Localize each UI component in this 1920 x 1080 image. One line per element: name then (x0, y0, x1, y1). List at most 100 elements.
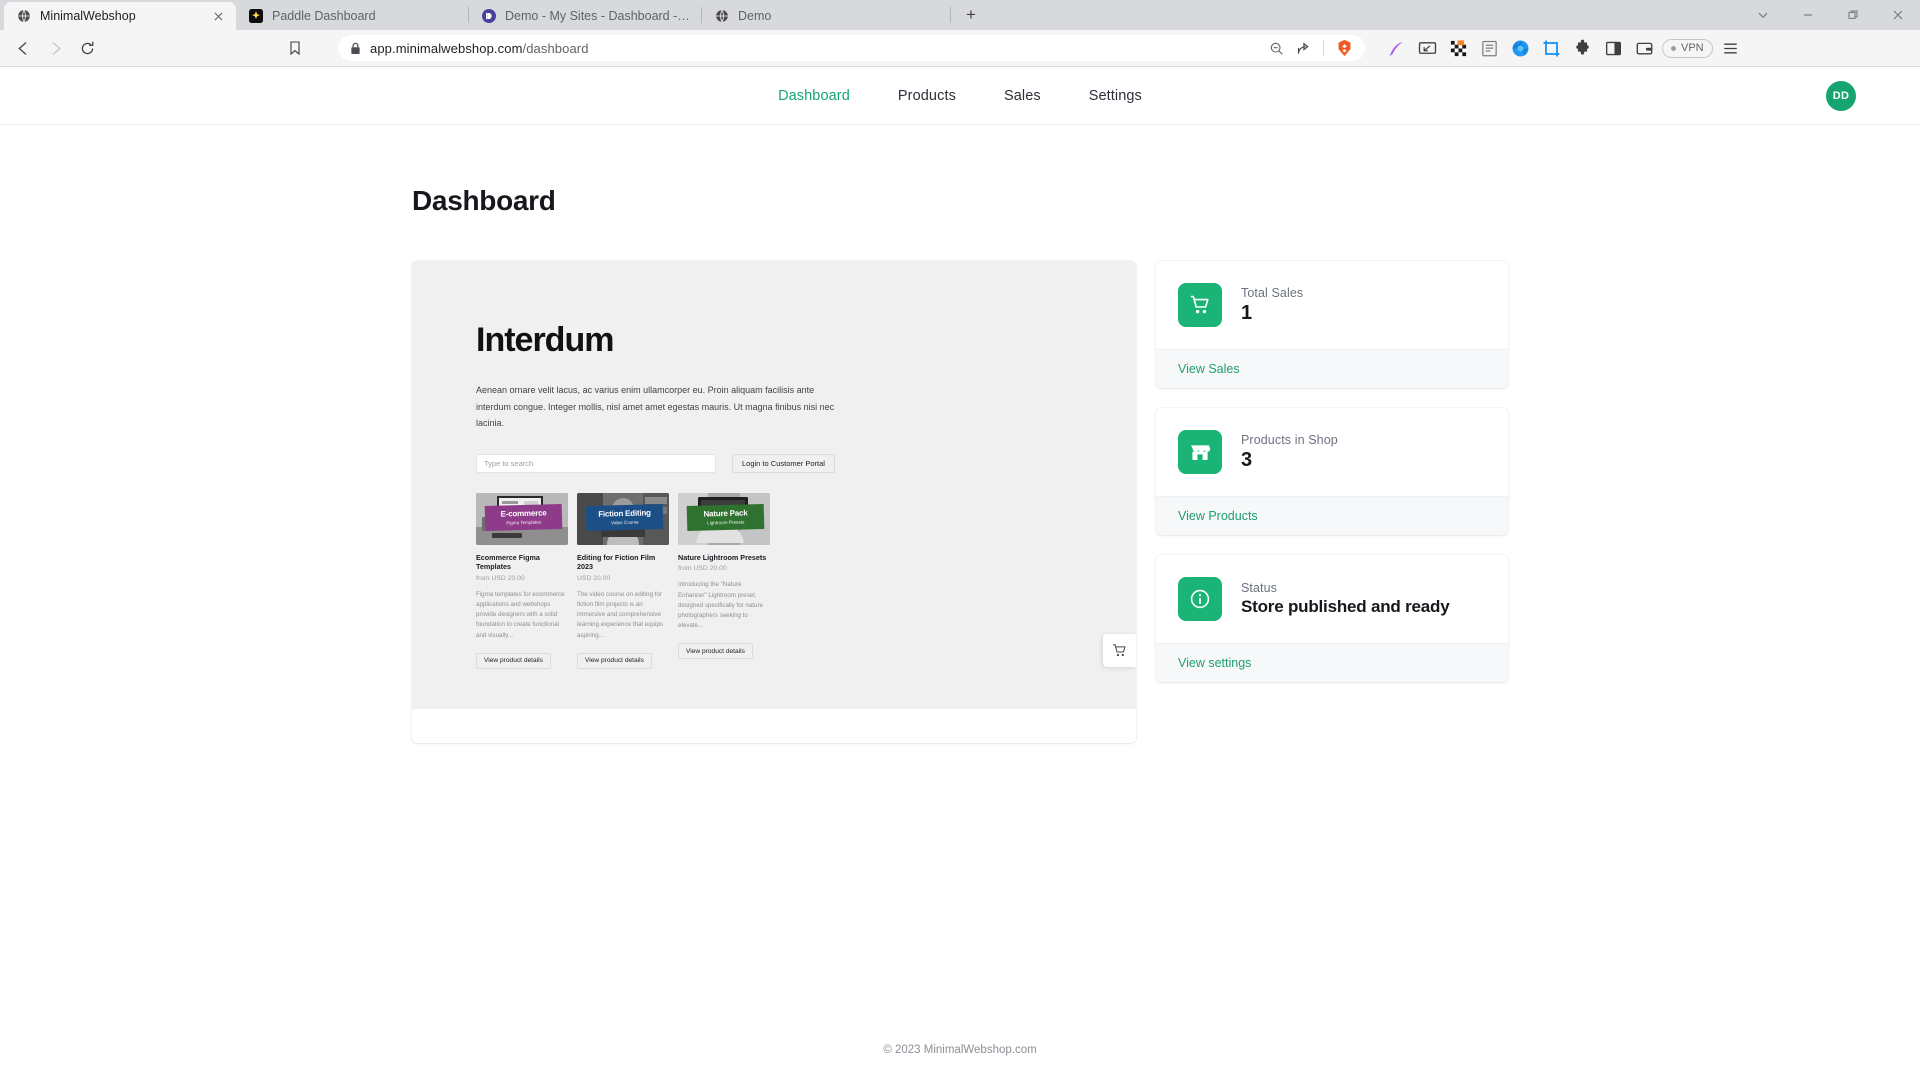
product-card[interactable]: Nature Pack Lightroom Presets Nature Lig… (678, 492, 770, 669)
wallet-icon[interactable] (1631, 35, 1657, 61)
stats-column: Total Sales 1 View Sales Products in Sho… (1156, 261, 1508, 743)
shop-search-input[interactable]: Type to search (476, 453, 716, 473)
feather-pen-icon[interactable] (1383, 35, 1409, 61)
product-thumbnail-overlay: Nature Pack Lightroom Presets (686, 504, 765, 532)
tab-strip: MinimalWebshop Paddle Dashboard Demo - M… (0, 0, 1920, 30)
stat-label: Total Sales (1241, 285, 1304, 300)
info-circle-icon (1178, 577, 1222, 621)
browser-window: MinimalWebshop Paddle Dashboard Demo - M… (0, 0, 1920, 1080)
product-description: The video course on editing for fiction … (577, 590, 663, 639)
shop-title: Interdum (476, 321, 614, 359)
overlay-title: Fiction Editing (598, 509, 652, 520)
vpn-label: VPN (1681, 42, 1704, 54)
share-icon[interactable] (1296, 41, 1311, 56)
nav-item-products[interactable]: Products (874, 88, 980, 104)
preview-card-footer (412, 708, 1136, 743)
view-products-link[interactable]: View Products (1156, 496, 1508, 535)
tab-search-chevron-down-icon[interactable] (1740, 0, 1785, 30)
dashboard-content: Interdum Aenean ornare velit lacus, ac v… (412, 261, 1508, 743)
stat-card-text: Status Store published and ready (1241, 581, 1450, 617)
shopping-cart-icon[interactable] (1103, 633, 1136, 667)
back-icon[interactable] (8, 34, 38, 62)
store-preview-card: Interdum Aenean ornare velit lacus, ac v… (412, 261, 1136, 743)
stat-card-text: Products in Shop 3 (1241, 433, 1338, 472)
bookmark-icon[interactable] (280, 34, 310, 62)
toolbar-divider (1323, 40, 1324, 56)
stat-card-body: Products in Shop 3 (1156, 408, 1508, 496)
zoom-out-icon[interactable] (1269, 41, 1284, 56)
lock-icon (350, 42, 361, 55)
stat-card-text: Total Sales 1 (1241, 286, 1303, 325)
login-customer-portal-button[interactable]: Login to Customer Portal (732, 453, 835, 473)
stat-value: 3 (1241, 448, 1252, 471)
product-thumbnail-overlay: E-commerce Figma Templates (484, 504, 563, 532)
hamburger-menu-icon[interactable] (1718, 35, 1744, 61)
product-name: Ecommerce Figma Templates (476, 552, 540, 572)
stat-label: Status (1241, 581, 1278, 595)
stat-value: 1 (1241, 301, 1252, 324)
reload-icon[interactable] (72, 34, 102, 62)
carrd-icon (481, 8, 497, 24)
vpn-status-dot (1671, 45, 1676, 51)
overlay-title: Nature Pack (703, 509, 748, 520)
browser-tab-3[interactable]: Demo (702, 2, 934, 30)
shop-actions: Type to search Login to Customer Portal (476, 453, 1072, 473)
product-price: from USD 20.00 (678, 565, 727, 573)
view-settings-link[interactable]: View settings (1156, 643, 1508, 682)
window-controls (1740, 0, 1920, 30)
tab-title: Demo - My Sites - Dashboard - Carrd (505, 9, 691, 23)
stat-card-status: Status Store published and ready View se… (1156, 555, 1508, 682)
overlay-title: E-commerce (500, 509, 547, 520)
browser-tab-2[interactable]: Demo - My Sites - Dashboard - Carrd (469, 2, 701, 30)
browser-toolbar: app.minimalwebshop.com/dashboard VPN (0, 30, 1920, 67)
forward-icon[interactable] (40, 34, 70, 62)
storefront-icon (1178, 430, 1222, 474)
address-bar-url: app.minimalwebshop.com/dashboard (370, 40, 589, 56)
shopping-cart-icon (1178, 283, 1222, 327)
brave-lion-icon[interactable] (1336, 39, 1353, 57)
new-tab-button[interactable]: + (957, 1, 985, 29)
view-product-details-button[interactable]: View product details (476, 652, 551, 669)
product-description: Introducing the "Nature Enhancer" Lightr… (678, 581, 763, 630)
product-grid: E-commerce Figma Templates Ecommerce Fig… (476, 492, 1072, 669)
restore-icon[interactable] (1830, 0, 1875, 30)
pixel-grid-icon[interactable] (1445, 35, 1471, 61)
address-bar[interactable]: app.minimalwebshop.com/dashboard (338, 35, 1365, 61)
nav-links: Dashboard Products Sales Settings (754, 88, 1166, 104)
view-sales-link[interactable]: View Sales (1156, 349, 1508, 388)
browser-tab-1[interactable]: Paddle Dashboard (236, 2, 468, 30)
app-navigation: Dashboard Products Sales Settings DD (0, 67, 1920, 125)
overlay-subtitle: Figma Templates (506, 520, 542, 527)
close-icon[interactable] (1875, 0, 1920, 30)
view-product-details-button[interactable]: View product details (577, 652, 652, 669)
avatar[interactable]: DD (1826, 80, 1856, 111)
close-icon[interactable] (210, 8, 226, 24)
extension-toolbar: VPN (1373, 35, 1744, 61)
tab-title: Demo (738, 9, 772, 23)
page-footer: © 2023 MinimalWebshop.com (883, 1044, 1037, 1056)
screen-capture-icon[interactable] (1414, 35, 1440, 61)
status-badge: Store published and ready (1241, 597, 1450, 616)
product-price: USD 20.00 (577, 574, 611, 582)
tab-title: MinimalWebshop (40, 9, 136, 23)
nav-item-settings[interactable]: Settings (1065, 88, 1166, 104)
product-card[interactable]: Fiction Editing Video Course Editing for… (577, 492, 669, 669)
minimize-icon[interactable] (1785, 0, 1830, 30)
product-thumbnail: Nature Pack Lightroom Presets (678, 492, 770, 545)
crop-icon[interactable] (1538, 35, 1564, 61)
puzzle-extensions-icon[interactable] (1569, 35, 1595, 61)
paddle-icon (248, 8, 264, 24)
tab-divider (950, 7, 951, 23)
nav-item-dashboard[interactable]: Dashboard (754, 88, 874, 104)
aperture-icon[interactable] (1507, 35, 1533, 61)
browser-tab-0[interactable]: MinimalWebshop (4, 2, 236, 30)
product-price: from USD 20.00 (476, 574, 525, 582)
view-product-details-button[interactable]: View product details (678, 643, 753, 660)
nav-item-sales[interactable]: Sales (980, 88, 1065, 104)
omnibox-actions (1269, 39, 1353, 57)
globe-icon (714, 8, 730, 24)
reader-list-icon[interactable] (1476, 35, 1502, 61)
product-card[interactable]: E-commerce Figma Templates Ecommerce Fig… (476, 492, 568, 669)
sidebar-panel-icon[interactable] (1600, 35, 1626, 61)
vpn-status-pill[interactable]: VPN (1662, 38, 1713, 58)
